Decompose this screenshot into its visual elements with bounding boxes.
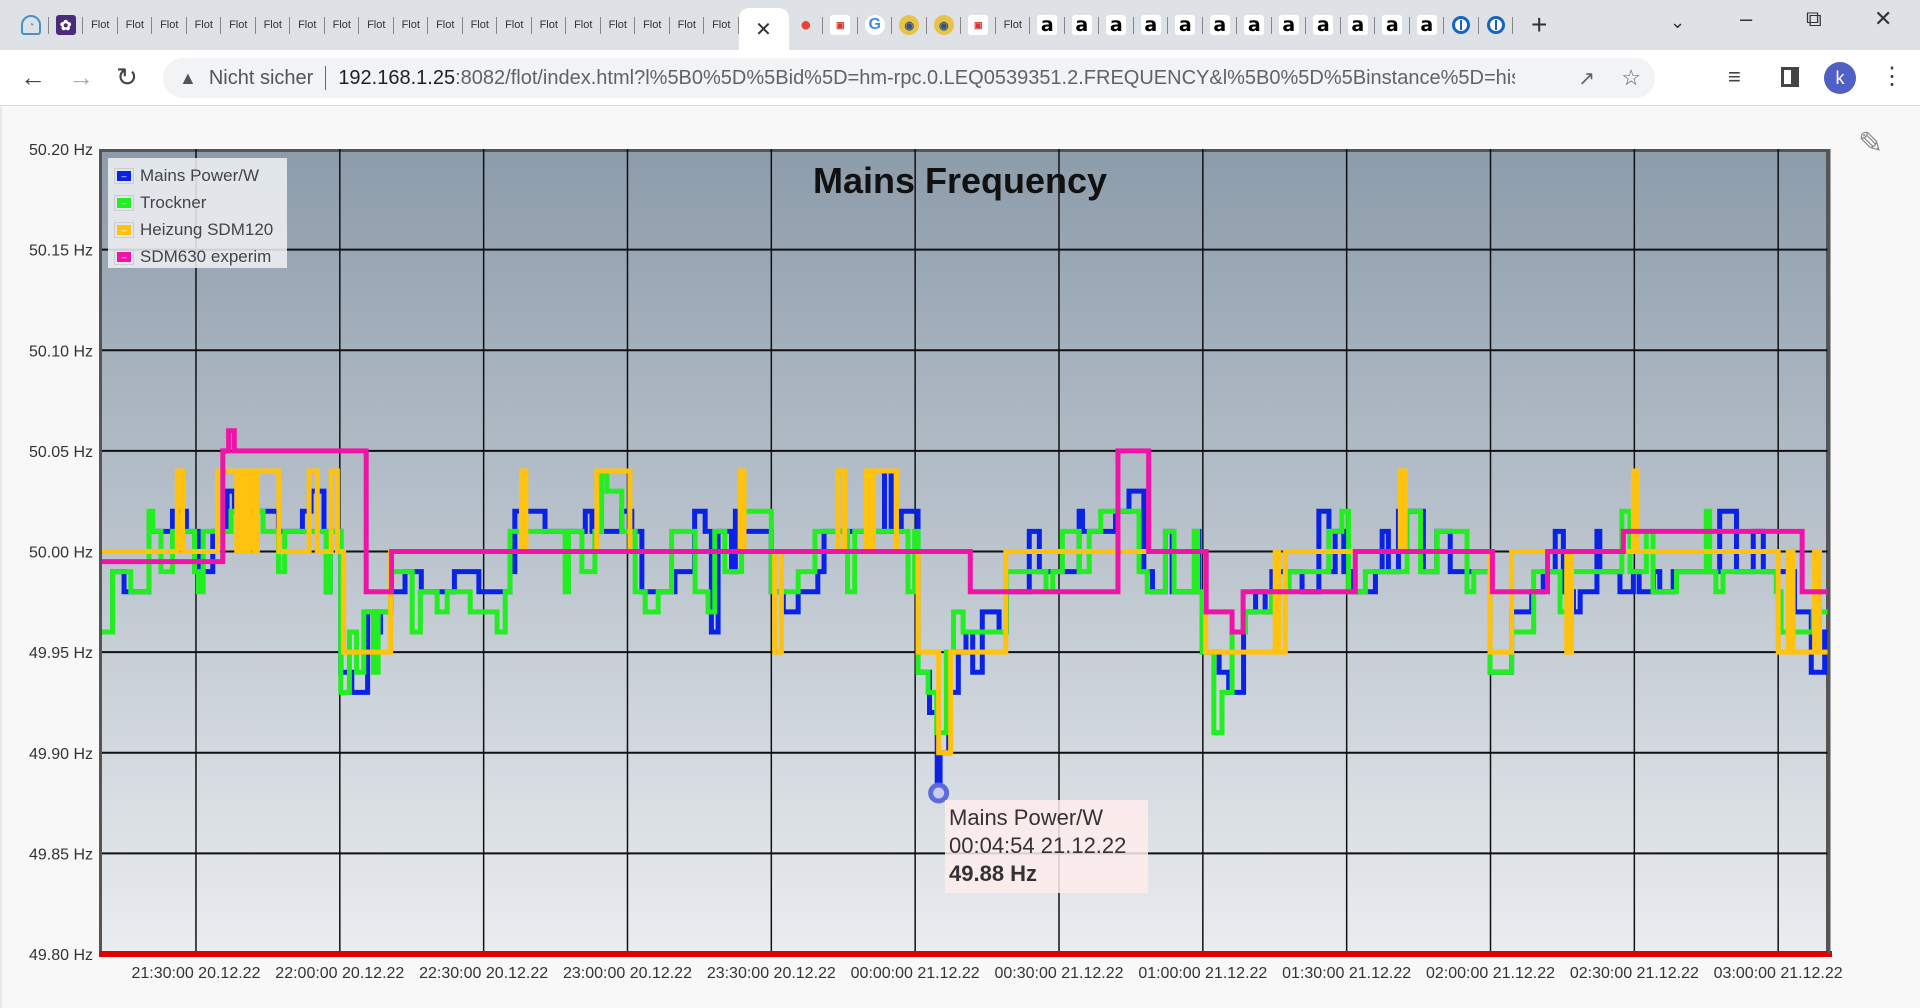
y-tick-label: 50.10 Hz bbox=[29, 343, 93, 360]
tooltip-time: 00:04:54 21.12.22 bbox=[949, 833, 1127, 858]
hover-point-marker bbox=[928, 782, 950, 804]
hover-tooltip: Mains Power/W 00:04:54 21.12.22 49.88 Hz bbox=[945, 800, 1148, 893]
legend-swatch: – bbox=[117, 197, 131, 208]
legend-swatch: – bbox=[117, 224, 131, 235]
y-tick-label: 49.90 Hz bbox=[29, 746, 93, 763]
legend-label: Heizung SDM120 bbox=[140, 219, 274, 239]
x-tick-label: 23:30:00 20.12.22 bbox=[707, 965, 836, 982]
tooltip-value: 49.88 Hz bbox=[949, 861, 1038, 886]
x-tick-label: 00:30:00 21.12.22 bbox=[994, 965, 1123, 982]
legend-label: Trockner bbox=[140, 192, 207, 212]
legend-swatch: – bbox=[117, 251, 131, 262]
x-tick-label: 03:00:00 21.12.22 bbox=[1714, 965, 1843, 982]
y-tick-label: 50.00 Hz bbox=[29, 545, 93, 562]
x-tick-label: 01:30:00 21.12.22 bbox=[1282, 965, 1411, 982]
legend: – Mains Power/W – Trockner – Heizung SDM120… bbox=[108, 158, 287, 268]
legend-item[interactable]: – Heizung SDM120 bbox=[114, 216, 281, 243]
x-tick-label: 02:30:00 21.12.22 bbox=[1570, 965, 1699, 982]
chart-title: Mains Frequency bbox=[812, 160, 1108, 201]
x-tick-label: 21:30:00 20.12.22 bbox=[131, 965, 260, 982]
legend-item[interactable]: – Trockner bbox=[114, 189, 281, 216]
y-tick-label: 49.85 Hz bbox=[29, 846, 93, 863]
legend-swatch: – bbox=[117, 170, 131, 181]
legend-label: Mains Power/W bbox=[140, 165, 260, 185]
x-tick-label: 23:00:00 20.12.22 bbox=[563, 965, 692, 982]
y-tick-label: 50.15 Hz bbox=[29, 243, 93, 260]
y-tick-label: 50.20 Hz bbox=[29, 142, 93, 159]
legend-label: SDM630 experim bbox=[140, 246, 272, 266]
x-tick-label: 22:00:00 20.12.22 bbox=[275, 965, 404, 982]
y-tick-label: 49.95 Hz bbox=[29, 645, 93, 662]
x-tick-label: 22:30:00 20.12.22 bbox=[419, 965, 548, 982]
legend-item[interactable]: – Mains Power/W bbox=[114, 162, 281, 189]
x-tick-label: 01:00:00 21.12.22 bbox=[1138, 965, 1267, 982]
tooltip-series: Mains Power/W bbox=[949, 805, 1104, 830]
x-tick-label: 02:00:00 21.12.22 bbox=[1426, 965, 1555, 982]
edit-pencil-icon[interactable]: ✎ bbox=[1858, 126, 1883, 161]
legend-item[interactable]: – SDM630 experim bbox=[114, 243, 281, 270]
y-tick-label: 50.05 Hz bbox=[29, 444, 93, 461]
x-tick-label: 00:00:00 21.12.22 bbox=[851, 965, 980, 982]
y-tick-label: 49.80 Hz bbox=[29, 947, 93, 964]
